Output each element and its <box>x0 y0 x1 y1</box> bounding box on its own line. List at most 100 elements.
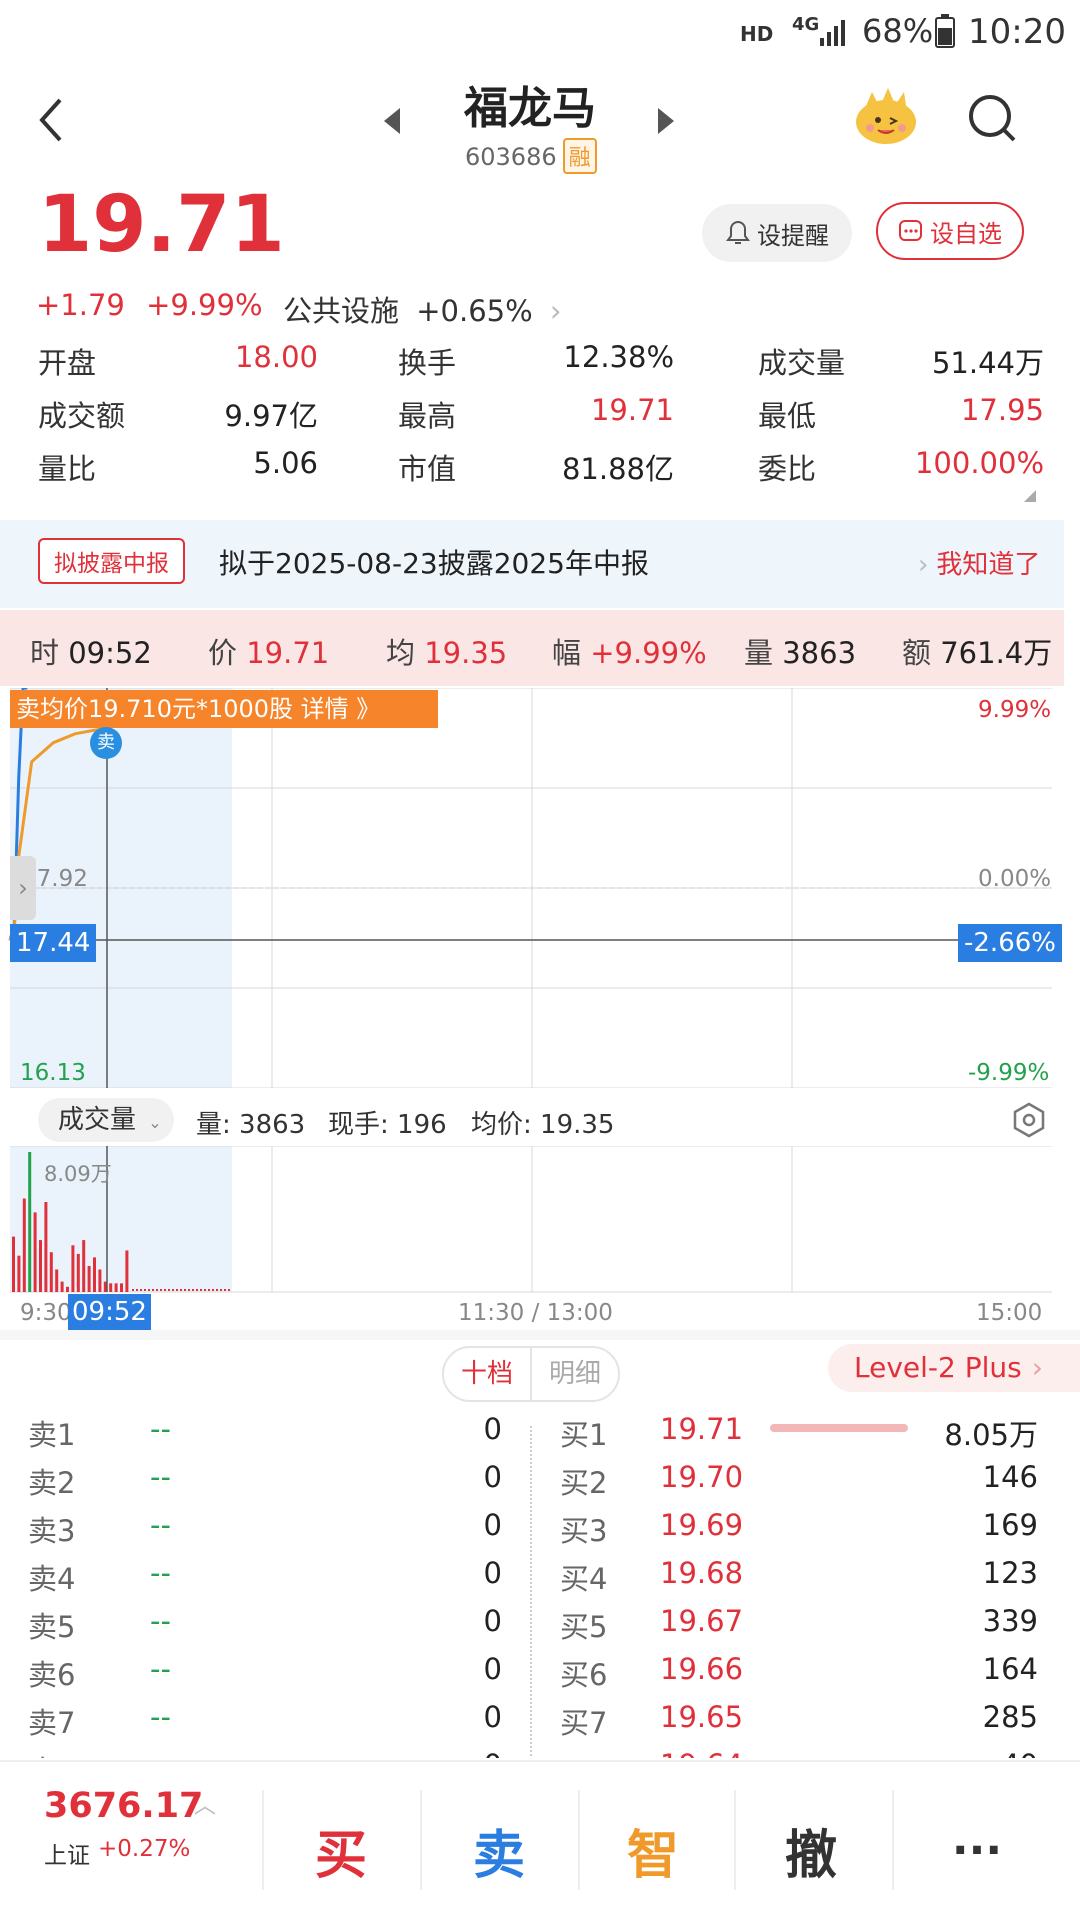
back-button[interactable] <box>30 90 80 150</box>
tab-detail[interactable]: 明细 <box>532 1348 618 1400</box>
buy-level-price[interactable]: 19.65 <box>660 1700 743 1734</box>
sell-level-qty: 0 <box>483 1652 502 1686</box>
hand-readout: 现手: 196 <box>328 1110 447 1140</box>
info-price-value: 19.71 <box>246 636 330 670</box>
next-stock-button[interactable] <box>654 106 678 140</box>
indicator-selector-label: 成交量 <box>58 1105 137 1135</box>
intraday-chart[interactable] <box>0 688 1080 1088</box>
sell-level-qty: 0 <box>484 1748 502 1758</box>
sell-level-price[interactable]: -- <box>150 1700 171 1734</box>
sell-level-qty: 0 <box>483 1556 502 1590</box>
buy-level-price[interactable]: 19.71 <box>660 1412 743 1446</box>
bell-icon <box>726 220 750 244</box>
price-change: +1.79 <box>36 288 125 322</box>
smart-trade-button[interactable]: 智 <box>578 1790 728 1910</box>
indicator-selector[interactable]: 成交量 ⌄ <box>38 1098 174 1142</box>
info-amount: 额 761.4万 <box>902 630 1052 672</box>
tab-ten-levels-label: 十档 <box>460 1359 513 1389</box>
buy-level-price[interactable]: 19.69 <box>660 1508 743 1542</box>
info-avg-value: 19.35 <box>424 636 508 670</box>
buy-level-label: 买2 <box>560 1466 608 1500</box>
status-bar: HD 4G 68% 10:20 <box>740 10 1070 60</box>
search-button[interactable] <box>966 92 1018 152</box>
notice-tag: 拟披露中报 <box>38 538 185 584</box>
sell-level-price[interactable]: -- <box>150 1652 171 1686</box>
notice-dismiss[interactable]: › 我知道了 <box>918 544 1040 581</box>
sell-level-price[interactable]: -- <box>150 1748 171 1758</box>
clock: 10:20 <box>968 12 1066 52</box>
sell-button[interactable]: 卖 <box>424 1790 574 1910</box>
notice-text: 拟于2025-08-23披露2025年中报 <box>219 547 649 580</box>
volume-bar <box>109 1283 113 1292</box>
info-time: 时 09:52 <box>30 630 152 672</box>
sell-level-qty: 0 <box>483 1604 502 1638</box>
buy-level-qty: 164 <box>982 1652 1038 1686</box>
more-button[interactable]: ··· <box>902 1790 1052 1910</box>
tab-ten-levels[interactable]: 十档 <box>444 1348 532 1400</box>
buy-level-price[interactable]: 19.67 <box>660 1604 743 1638</box>
sell-marker[interactable]: 卖 <box>90 727 122 759</box>
sell-level-qty: 0 <box>483 1412 502 1446</box>
index-name: 上证 <box>44 1843 90 1869</box>
sell-level-label: 卖4 <box>28 1562 76 1596</box>
buy-button[interactable]: 买 <box>266 1790 416 1910</box>
level2-plus-badge[interactable]: Level-2 Plus › <box>828 1344 1080 1392</box>
set-alert-button[interactable]: 设提醒 <box>702 204 852 262</box>
info-price: 价 19.71 <box>208 630 329 672</box>
sell-level-price[interactable]: -- <box>150 1604 171 1638</box>
sell-level-label: 卖5 <box>28 1610 76 1644</box>
sector-link[interactable]: 公共设施 +0.65% › <box>283 288 562 330</box>
x-axis-mid: 11:30 / 13:00 <box>458 1300 613 1326</box>
expand-corner-icon[interactable] <box>1024 490 1036 502</box>
quote-label: 换手 <box>398 346 457 380</box>
index-value: 3676.17 <box>44 1786 204 1826</box>
indicator-settings-button[interactable] <box>1012 1102 1046 1142</box>
volume-bar <box>60 1281 64 1292</box>
orderbook-row: 卖2 -- 0 买2 19.70 146 <box>0 1454 1080 1501</box>
bottom-separator <box>420 1790 422 1890</box>
volume-bar <box>66 1286 69 1292</box>
triangle-right-icon <box>658 108 674 134</box>
sell-level-price[interactable]: -- <box>150 1412 171 1446</box>
notice-banner[interactable]: 拟披露中报 拟于2025-08-23披露2025年中报 › 我知道了 <box>0 520 1064 608</box>
chevron-right-icon: › <box>918 550 929 580</box>
orderbook: 卖1 -- 0 买1 19.71 8.05万 卖2 -- 0 买2 19.70 146 卖3 -- 0 买3 1… <box>0 1406 1080 1758</box>
buy-level-price[interactable]: 19.64 <box>660 1748 743 1758</box>
buy-level-price[interactable]: 19.70 <box>660 1460 743 1494</box>
volume-bar <box>98 1269 102 1292</box>
buy-level-label: 买7 <box>560 1706 608 1740</box>
sell-level-price[interactable]: -- <box>150 1508 171 1542</box>
buy-button-label: 买 <box>314 1825 367 1886</box>
y-axis-top-pct: 9.99% <box>978 697 1052 723</box>
orderbook-divider <box>530 1426 532 1756</box>
network-indicator: 4G <box>792 14 820 35</box>
set-alert-label: 设提醒 <box>757 221 829 250</box>
cancel-order-button[interactable]: 撤 <box>736 1790 886 1910</box>
add-watchlist-button[interactable]: 设自选 <box>876 202 1024 260</box>
price-change-row: +1.79 +9.99% <box>36 288 263 322</box>
buy-level-price[interactable]: 19.66 <box>660 1652 743 1686</box>
index-widget[interactable]: 3676.17 ︿ 上证 +0.27% <box>44 1786 244 1876</box>
sell-level-label: 卖8 <box>28 1748 75 1758</box>
sell-level-price[interactable]: -- <box>150 1556 171 1590</box>
volume-bar <box>71 1245 75 1292</box>
buy-level-price[interactable]: 19.68 <box>660 1556 743 1590</box>
volume-bar <box>49 1252 53 1292</box>
sell-level-label: 卖3 <box>28 1514 76 1548</box>
prev-stock-button[interactable] <box>380 106 404 140</box>
mascot-icon[interactable] <box>852 88 920 148</box>
buy-level-qty: 285 <box>982 1700 1038 1734</box>
orderbook-tabs: 十档 明细 <box>442 1346 620 1402</box>
settings-hexagon-icon <box>1013 1102 1045 1138</box>
sell-detail-banner[interactable]: 卖均价19.710元*1000股 详情 》 <box>10 690 438 728</box>
y-axis-low-pct: -9.99% <box>968 1060 1050 1086</box>
volume-chart[interactable] <box>0 1146 1080 1296</box>
chart-expand-handle[interactable]: › <box>10 856 36 920</box>
volume-bar <box>125 1250 129 1292</box>
buy-level-qty: 339 <box>982 1604 1038 1638</box>
info-vol: 量 3863 <box>744 630 856 672</box>
volume-max-label: 8.09万 <box>44 1162 112 1186</box>
sell-marker-label: 卖 <box>97 732 115 753</box>
sell-level-price[interactable]: -- <box>150 1460 171 1494</box>
buy-level-label: 买5 <box>560 1610 608 1644</box>
